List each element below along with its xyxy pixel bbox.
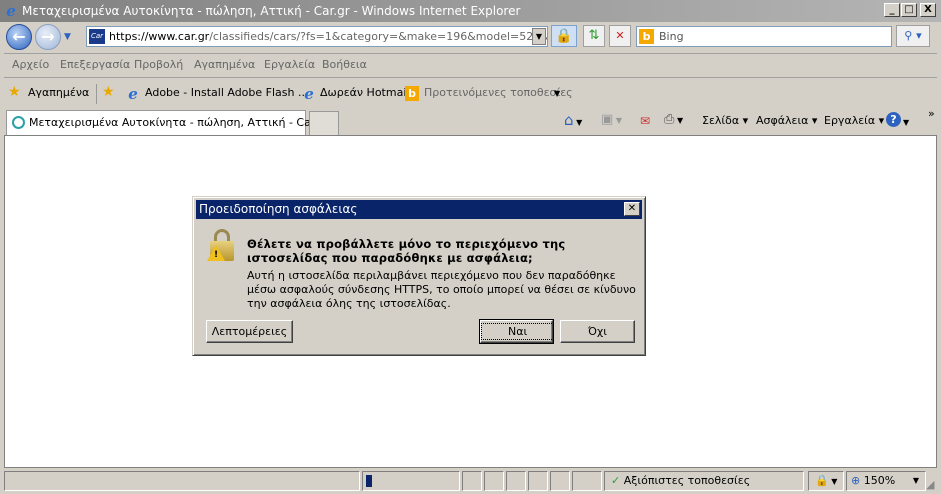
menu-help[interactable]: Βοήθεια [322,58,367,71]
page-menu-label: Σελίδα [702,114,740,127]
address-bar[interactable]: Car https://www.car.gr/classifieds/cars/… [86,26,548,47]
new-tab-button[interactable] [309,111,339,135]
ie-page-icon: e [128,85,138,103]
details-button[interactable]: Λεπτομέρειες [206,320,293,343]
checkmark-icon: ✓ [611,474,621,487]
ie-page-icon: e [304,85,314,103]
fav-link-adobe[interactable]: Adobe - Install Adobe Flash ... [145,86,308,99]
chevron-down-icon[interactable]: ▼ [554,89,560,98]
refresh-button[interactable]: ⇅ [583,25,605,47]
status-text-pane [4,471,360,491]
security-lock-button[interactable]: 🔒 [551,25,577,47]
tools-menu-label: Εργαλεία [824,114,876,127]
back-button[interactable]: ← [6,24,32,50]
chevron-right-icon[interactable]: » [928,107,935,120]
menu-edit[interactable]: Επεξεργασία [60,58,130,71]
safety-menu[interactable]: Ασφάλεια ▾ [756,114,817,127]
security-warning-dialog: Προειδοποίηση ασφάλειας ✕ ! Θέλετε να πρ… [192,196,646,356]
print-icon[interactable]: ⎙ ▼ [664,112,683,127]
help-icon[interactable]: ? [886,112,901,127]
recent-pages-dropdown-icon[interactable]: ▼ [64,32,71,42]
dialog-title: Προειδοποίηση ασφάλειας [196,200,642,219]
status-pane [572,471,602,491]
close-window-button[interactable]: X [920,3,936,17]
progress-bar [362,471,460,491]
divider [4,77,937,78]
tools-menu[interactable]: Εργαλεία ▾ [824,114,884,127]
loading-icon [12,116,25,129]
chevron-down-icon[interactable]: ▼ [903,118,909,127]
favorites-button[interactable]: Αγαπημένα [28,86,89,99]
status-pane [528,471,548,491]
url-domain: car.gr [177,30,210,43]
menu-favorites[interactable]: Αγαπημένα [194,58,255,71]
dialog-heading: Θέλετε να προβάλλετε μόνο το περιεχόμενο… [247,237,566,265]
zoom-level: 150% [863,474,896,487]
status-pane [550,471,570,491]
yes-button-label: Ναι [481,323,555,340]
safety-menu-label: Ασφάλεια [756,114,809,127]
warning-lock-icon: ! [207,229,237,263]
minimize-button[interactable]: _ [884,3,900,17]
protected-mode-button[interactable]: 🔒 ▼ [808,471,844,491]
home-icon[interactable]: ⌂ ▼ [564,111,582,129]
forward-button[interactable]: → [35,24,61,50]
tab-label: Μεταχειρισμένα Αυτοκίνητα - πώληση, Αττι… [29,116,330,129]
search-input[interactable]: b Bing [636,26,892,47]
zone-label: Αξιόπιστες τοποθεσίες [623,474,751,487]
fav-suggested-sites[interactable]: Προτεινόμενες τοποθεσίες [424,86,573,99]
status-pane [506,471,526,491]
add-favorite-icon[interactable]: ★ [102,84,115,100]
security-zone[interactable]: ✓ Αξιόπιστες τοποθεσίες [604,471,804,491]
yes-button[interactable]: Ναι [479,319,555,344]
tab-active[interactable]: Μεταχειρισμένα Αυτοκίνητα - πώληση, Αττι… [6,110,329,135]
url-prefix: https://www. [109,30,178,43]
no-button[interactable]: Όχι [560,320,635,343]
url-path: /classifieds/cars/?fs=1&category=&make=1… [209,30,547,43]
title-bar: e Μεταχειρισμένα Αυτοκίνητα - πώληση, Ατ… [0,0,941,22]
favorites-star-icon: ★ [8,84,21,100]
window-title: Μεταχειρισμένα Αυτοκίνητα - πώληση, Αττι… [22,4,521,18]
dialog-message: Αυτή η ιστοσελίδα περιλαμβάνει περιεχόμε… [247,269,636,310]
page-menu[interactable]: Σελίδα ▾ [702,114,748,127]
divider [4,53,937,54]
maximize-button[interactable]: □ [901,3,917,17]
zoom-button[interactable]: ⊕ 150% ▼ [846,471,926,491]
bing-icon: b [405,86,419,101]
feeds-icon[interactable]: ▣ ▼ [601,112,622,127]
dialog-close-button[interactable]: ✕ [624,202,640,216]
search-button[interactable]: ⚲ ▾ [896,25,930,47]
bing-icon: b [639,29,654,44]
site-favicon-icon: Car [89,29,105,44]
status-pane [484,471,504,491]
search-placeholder: Bing [659,30,684,43]
menu-tools[interactable]: Εργαλεία [264,58,315,71]
fav-link-hotmail[interactable]: Δωρεάν Hotmail [320,86,409,99]
stop-button[interactable]: ✕ [609,25,631,47]
address-dropdown-icon[interactable]: ▼ [532,28,546,45]
zoom-icon: ⊕ [851,474,861,487]
menu-view[interactable]: Προβολή [134,58,183,71]
resize-grip-icon[interactable]: ◢ [926,478,934,491]
ie-logo-icon: e [6,2,16,20]
status-pane [462,471,482,491]
menu-file[interactable]: Αρχείο [12,58,49,71]
mail-icon[interactable]: ✉ [640,114,650,128]
divider [96,84,97,104]
